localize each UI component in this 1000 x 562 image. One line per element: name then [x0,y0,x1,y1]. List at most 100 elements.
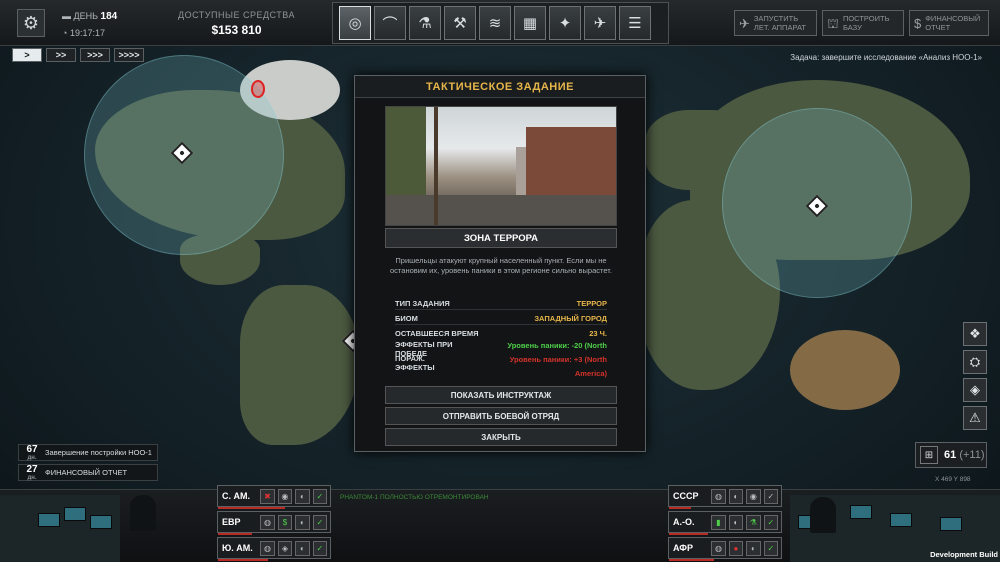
tab-aircraft[interactable]: ✈ [584,6,616,40]
threat-icon: ◍ [711,488,726,504]
send-squad-button[interactable]: ОТПРАВИТЬ БОЕВОЙ ОТРЯД [385,407,617,425]
loss-effects-row: ПОРАЖ. ЭФФЕКТЫ Уровень паники: +3 (North [395,354,607,372]
threat-icon: ▮ [711,514,726,530]
mission-info: ТИП ЗАДАНИЯ ТЕРРОР БИОМ ЗАПАДНЫЙ ГОРОД О… [395,298,607,380]
satellite-counter[interactable]: ⊞ 61 (+11) [915,442,987,468]
mission-description: Пришельцы атакуют крупный населенный пун… [390,256,612,275]
panic-bar [669,533,709,535]
base-icon: ⛫ [827,15,839,31]
settings-button[interactable]: ⚙ [17,9,45,37]
day-label: ДЕНЬ [73,11,99,21]
zone-title: ЗОНА ТЕРРОРА [385,228,617,248]
show-briefing-button[interactable]: ПОКАЗАТЬ ИНСТРУКТАЖ [385,386,617,404]
eye-icon: $ [277,514,293,530]
status-icon: ✓ [312,488,328,504]
panic-bar [218,559,269,561]
main-tabs: ◎ ⌒ ⚗ ⚒ ≋ ▦ ✦ ✈ ☰ [332,2,669,44]
panic-bar [669,559,714,561]
tab-weapons[interactable]: ✦ [549,6,581,40]
weapons-icon: ✦ [558,15,572,32]
soldiers-icon: ≋ [488,15,502,32]
tab-globe[interactable]: ◎ [339,6,371,40]
panic-bar [218,507,286,509]
dialog-title: ТАКТИЧЕСКОЕ ЗАДАНИЕ [355,76,645,98]
status-icon: ✓ [312,540,328,556]
biome-row: БИОМ ЗАПАДНЫЙ ГОРОД [395,314,607,325]
tab-hangar[interactable]: ⌒ [374,6,406,40]
scan-icon[interactable]: ◈ [963,378,987,402]
close-dialog-button[interactable]: ЗАКРЫТЬ [385,428,617,446]
status-icon: ✓ [763,514,779,530]
scan-icon: ◐ [295,488,310,504]
hangar-icon: ⌒ [382,15,398,33]
event-item[interactable]: 27 дн. ФИНАНСОВЫЙ ОТЧЕТ [18,464,158,481]
eye-icon: ● [728,540,744,556]
launch-aircraft-button[interactable]: ✈ ЗАПУСТИТЬ ЛЕТ. АППАРАТ [734,10,817,36]
event-days: 67 дн. [26,444,38,461]
financial-report-button[interactable]: $ ФИНАНСОВЫЙ ОТЧЕТ [909,10,989,36]
funds-label: ДОСТУПНЫЕ СРЕДСТВА [178,10,295,20]
clock-icon: ◔ [62,28,70,38]
status-icon: ✓ [312,514,328,530]
current-objective: Задача: завершите исследование «Анализ Н… [790,53,982,62]
alien-activity-icon[interactable] [251,80,265,98]
engineering-icon: ⚒ [453,15,467,32]
tab-archive[interactable]: ☰ [619,6,651,40]
globe-icon: ◎ [348,15,362,32]
tab-facilities[interactable]: ▦ [514,6,546,40]
eye-icon: ◐ [728,514,744,530]
status-icon: ✓ [763,488,779,504]
tab-soldiers[interactable]: ≋ [479,6,511,40]
event-item[interactable]: 67 дн. Завершение постройки НОО-1 [18,444,158,461]
calendar-icon: ▬ [62,11,74,21]
dev-build-label: Development Build [930,550,998,559]
intercept-icon[interactable]: ❖ [963,322,987,346]
scan-icon: ◐ [295,540,310,556]
speed-2-button[interactable]: >> [46,48,76,62]
report-icon: $ [914,15,922,31]
region-north-america[interactable]: С. АМ. ✖ ◉ ◐ ✓ [217,485,331,509]
eye-icon: ◉ [277,488,293,504]
south-america [240,285,360,445]
research-icon: ⚗ [418,15,432,32]
speed-4-button[interactable]: >>>> [114,48,144,62]
eye-icon: ◈ [277,540,293,556]
region-africa[interactable]: АФР ◍ ● ◐ ✓ [668,537,782,561]
tab-research[interactable]: ⚗ [409,6,441,40]
funds-display: ДОСТУПНЫЕ СРЕДСТВА $153 810 [178,10,295,37]
speed-1-button[interactable]: > [12,48,42,62]
scan-icon: ◉ [746,488,761,504]
event-text: ФИНАНСОВЫЙ ОТЧЕТ [45,468,128,477]
threat-icon: ◍ [260,540,275,556]
speed-3-button[interactable]: >>> [80,48,110,62]
time-speed-controls: > >> >>> >>>> [12,48,144,62]
region-south-america[interactable]: Ю. АМ. ◍ ◈ ◐ ✓ [217,537,331,561]
time-left-row: ОСТАВШЕЕСЯ ВРЕМЯ 23 Ч. [395,329,607,338]
region-europe[interactable]: ЕВР ◍ $ ◐ ✓ [217,511,331,535]
eye-icon: ◐ [728,488,744,504]
event-log: PHANTOM-1 ПОЛНОСТЬЮ ОТРЕМОНТИРОВАН [340,494,489,501]
mission-location-image [385,106,617,226]
panic-bar [669,507,692,509]
mission-type-row: ТИП ЗАДАНИЯ ТЕРРОР [395,299,607,310]
threat-icon: ◍ [260,514,275,530]
satellite-counter-icon: ⊞ [920,446,938,464]
tactical-mission-dialog: ТАКТИЧЕСКОЕ ЗАДАНИЕ ЗОНА ТЕРРОРА Пришель… [354,75,646,452]
tab-engineering[interactable]: ⚒ [444,6,476,40]
threat-icon: ◍ [711,540,726,556]
day-value: 184 [100,11,118,22]
build-base-button[interactable]: ⛫ ПОСТРОИТЬ БАЗУ [822,10,904,36]
archive-icon: ☰ [628,15,642,32]
region-asia-oceania[interactable]: А.-О. ▮ ◐ ⚗ ✓ [668,511,782,535]
map-coordinates: X 469 Y 898 [935,476,971,483]
alert-icon[interactable]: ⚠ [963,406,987,430]
scan-icon: ◐ [746,540,761,556]
funds-value: $153 810 [211,23,262,37]
top-hud: ⚙ ▬ ДЕНЬ 184 ◔ 19:17:17 ДОСТУПНЫЕ СРЕДСТ… [0,0,1000,46]
panic-bar [218,533,252,535]
event-days: 27 дн. [26,464,38,481]
loss-effects-row-2: America) [574,369,607,378]
region-ussr[interactable]: СССР ◍ ◐ ◉ ✓ [668,485,782,509]
satellite-icon[interactable]: ⛭ [963,350,987,374]
australia [790,330,900,410]
